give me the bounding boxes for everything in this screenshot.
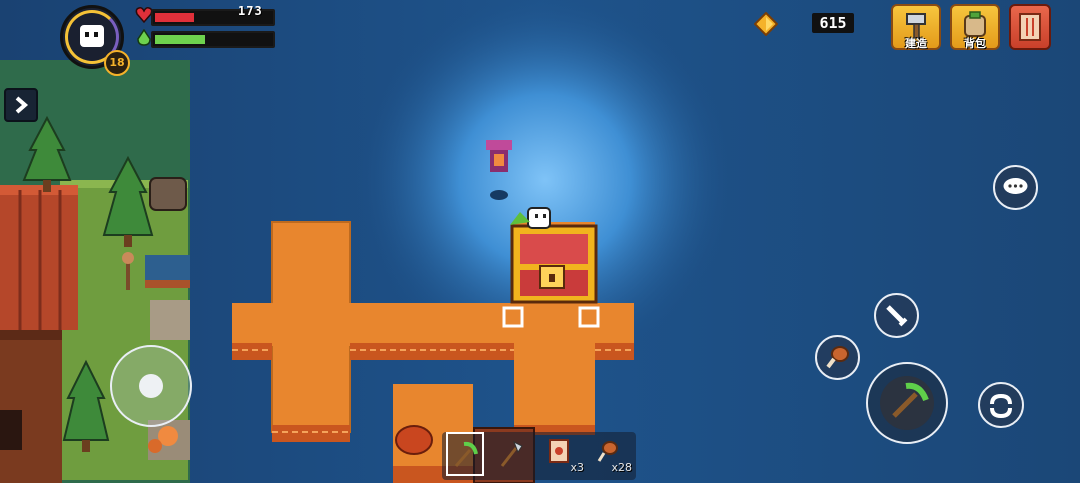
hp-text: 173 xyxy=(238,4,263,18)
build-button[interactable]: 建造 xyxy=(891,4,941,50)
skull-face-icon xyxy=(80,25,104,47)
level-badge: 18 xyxy=(104,50,130,76)
dodge-button[interactable] xyxy=(978,382,1024,428)
slot-count: x28 xyxy=(611,461,632,474)
energy-bar-fill xyxy=(155,35,205,44)
energy-bar xyxy=(151,31,275,48)
rock xyxy=(149,177,187,211)
meat-icon xyxy=(826,346,849,369)
hotbar-slot-meat[interactable]: x28 xyxy=(590,432,632,476)
hotbar-slot-shovel[interactable] xyxy=(494,432,532,476)
player-level: 18 xyxy=(109,56,125,69)
expand-panel-button[interactable] xyxy=(4,88,38,122)
attack-button[interactable] xyxy=(874,293,919,338)
hotbar-slot-scroll[interactable]: x3 xyxy=(542,432,584,476)
meat-drop[interactable] xyxy=(395,425,433,455)
virtual-joystick[interactable] xyxy=(110,345,192,427)
pickaxe-icon xyxy=(892,382,929,418)
use-tool-button[interactable] xyxy=(866,362,948,444)
build-label: 建造 xyxy=(905,37,927,50)
shovel-icon xyxy=(500,440,523,467)
eat-button[interactable] xyxy=(815,335,860,380)
gem-count: 615 xyxy=(812,13,854,33)
quest-scroll-button[interactable] xyxy=(1009,4,1051,50)
hp-bar-fill xyxy=(155,13,194,22)
chevron-right-icon xyxy=(15,96,29,114)
dodge-icon xyxy=(990,393,1012,419)
joystick-knob[interactable] xyxy=(139,374,163,398)
pickaxe-icon xyxy=(454,441,478,467)
backpack-label: 背包 xyxy=(964,37,986,50)
hp-bar: 173 xyxy=(151,4,275,26)
chat-button[interactable] xyxy=(993,165,1038,210)
chat-bubble-icon xyxy=(1003,178,1028,194)
hotbar-slot-pickaxe[interactable] xyxy=(446,432,484,476)
gem-icon xyxy=(753,11,779,37)
slot-count: x3 xyxy=(570,461,584,474)
backpack-button[interactable]: 背包 xyxy=(950,4,1000,50)
scroll-icon xyxy=(1019,13,1041,41)
sword-icon xyxy=(886,305,908,327)
